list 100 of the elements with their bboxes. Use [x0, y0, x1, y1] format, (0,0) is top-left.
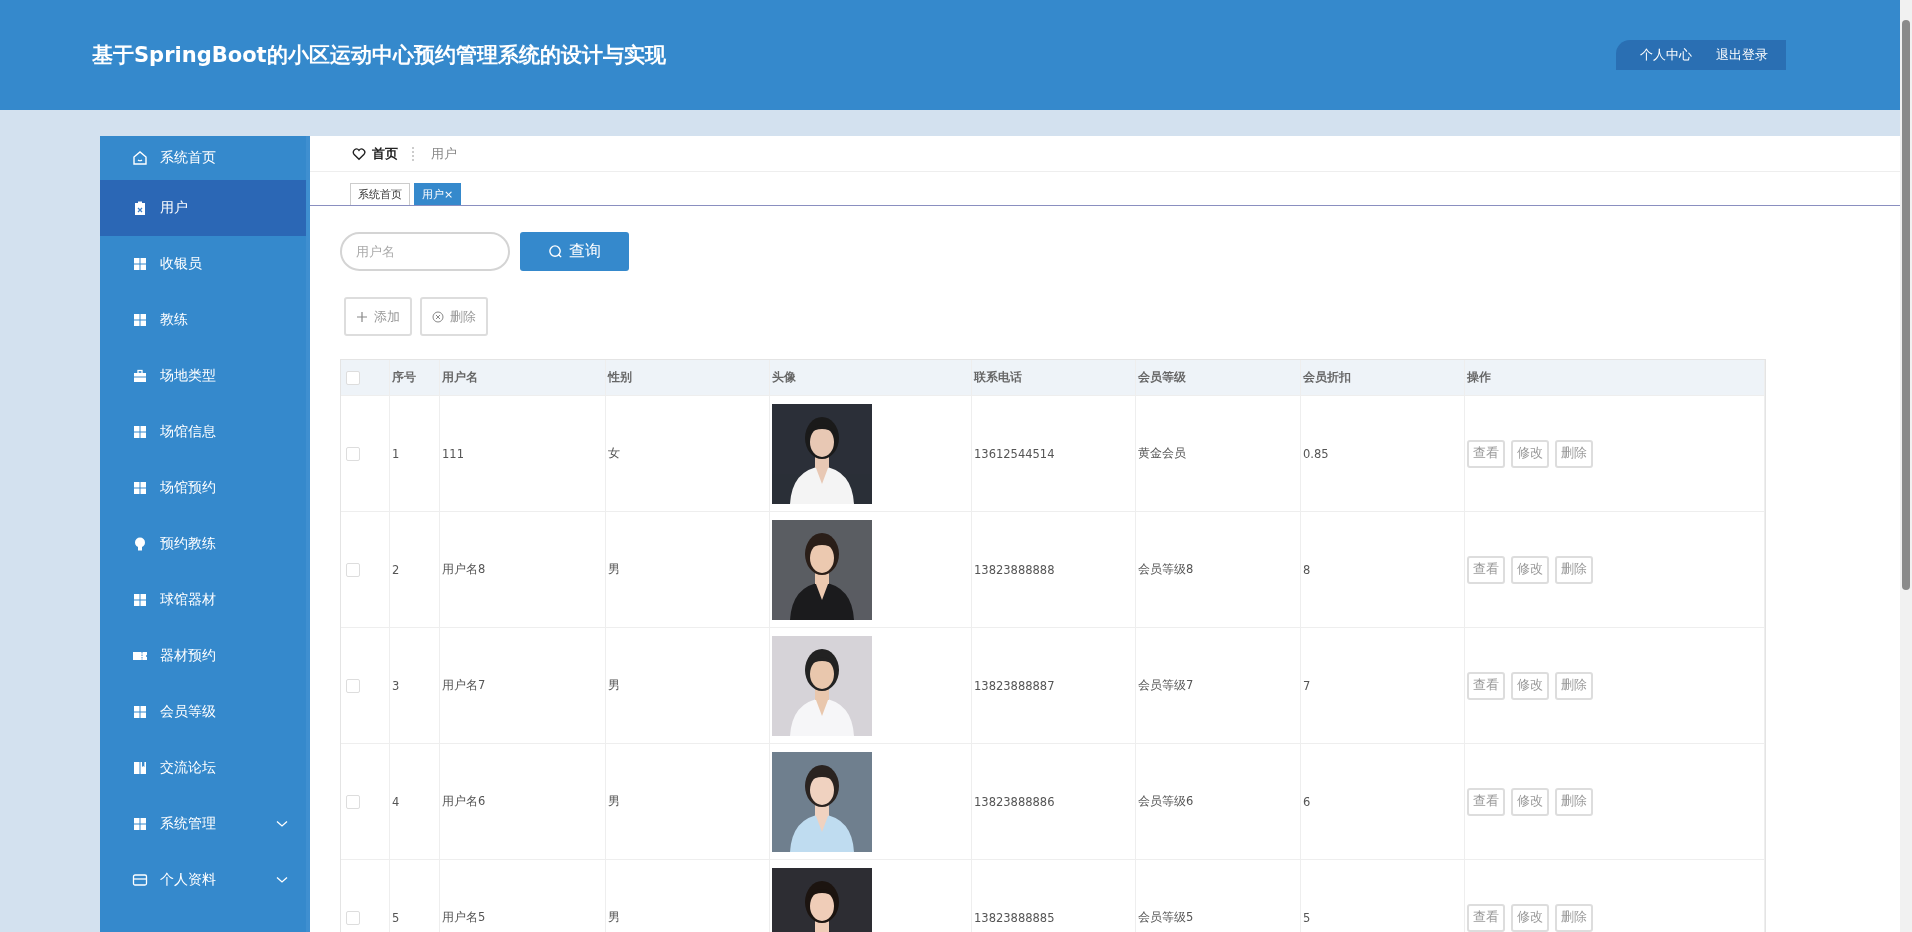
column-header: 会员折扣 — [1303, 370, 1351, 385]
username-search-field[interactable]: 用户名 — [340, 232, 510, 271]
sidebar-item[interactable]: 个人资料 — [100, 852, 306, 908]
table-cell: 用户名8 — [442, 562, 486, 577]
header-link[interactable]: 个人中心 — [1630, 46, 1702, 64]
sidebar-item[interactable]: 场馆预约 — [100, 460, 306, 516]
table-cell: 会员等级7 — [1138, 678, 1194, 693]
sidebar-item[interactable]: 系统管理 — [100, 796, 306, 852]
header-link[interactable]: 退出登录 — [1706, 46, 1778, 64]
grid-icon — [132, 424, 148, 440]
chevron-down-icon — [276, 820, 288, 828]
view-button[interactable]: 查看 — [1467, 439, 1505, 468]
table-cell: 5 — [1303, 910, 1311, 925]
sidebar-item[interactable]: 用户 — [100, 180, 306, 236]
add-button[interactable]: 添加 — [344, 297, 412, 336]
table-cell: 用户名7 — [442, 678, 486, 693]
sidebar-item[interactable]: 球馆器材 — [100, 572, 306, 628]
edit-button[interactable]: 修改 — [1511, 439, 1549, 468]
edit-button[interactable]: 修改 — [1511, 555, 1549, 584]
delete-button[interactable]: 删除 — [1555, 671, 1593, 700]
edit-button[interactable]: 修改 — [1511, 903, 1549, 932]
edit-button[interactable]: 修改 — [1511, 671, 1549, 700]
row-checkbox[interactable] — [346, 794, 360, 809]
row-checkbox[interactable] — [346, 910, 360, 925]
book-icon — [132, 760, 148, 776]
view-button[interactable]: 查看 — [1467, 555, 1505, 584]
column-header: 用户名 — [442, 370, 478, 385]
delete-button[interactable]: 删除 — [1555, 787, 1593, 816]
table-cell: 5 — [392, 910, 400, 925]
table-cell: 用户名5 — [442, 910, 486, 925]
home-icon — [132, 150, 148, 166]
wallet-icon — [132, 872, 148, 888]
view-button[interactable]: 查看 — [1467, 903, 1505, 932]
column-header: 头像 — [772, 370, 796, 385]
table-cell: 8 — [1303, 562, 1311, 577]
table-cell: 男 — [608, 678, 620, 693]
grid-icon — [132, 312, 148, 328]
table-cell: 1 — [392, 446, 400, 461]
table-cell: 用户名6 — [442, 794, 486, 809]
page-tab[interactable]: 系统首页 — [350, 183, 410, 205]
view-button[interactable]: 查看 — [1467, 671, 1505, 700]
view-button[interactable]: 查看 — [1467, 787, 1505, 816]
table-cell: 女 — [608, 446, 620, 461]
select-all-checkbox[interactable] — [346, 370, 360, 385]
delete-button[interactable]: 删除 — [420, 297, 488, 336]
column-header: 序号 — [392, 370, 416, 385]
search-icon — [548, 244, 563, 259]
table-cell: 13823888886 — [974, 794, 1055, 809]
row-checkbox[interactable] — [346, 678, 360, 693]
table-cell: 13612544514 — [974, 446, 1055, 461]
sidebar-item[interactable]: 场馆信息 — [100, 404, 306, 460]
table-cell: 男 — [608, 910, 620, 925]
table-cell: 4 — [392, 794, 400, 809]
table-cell: 男 — [608, 562, 620, 577]
breadcrumb-link[interactable]: 用户 — [431, 144, 457, 163]
table-cell: 男 — [608, 794, 620, 809]
sidebar-item[interactable]: 预约教练 — [100, 516, 306, 572]
table-cell: 111 — [442, 446, 464, 461]
column-header: 会员等级 — [1138, 370, 1186, 385]
delete-button[interactable]: 删除 — [1555, 555, 1593, 584]
sidebar-item[interactable]: 系统首页 — [100, 136, 306, 180]
lightbulb-icon — [132, 536, 148, 552]
grid-icon — [132, 256, 148, 272]
plus-icon — [356, 310, 368, 323]
briefcase-icon — [132, 368, 148, 384]
delete-button[interactable]: 删除 — [1555, 439, 1593, 468]
heart-icon — [352, 146, 366, 161]
scrollbar-thumb[interactable] — [1902, 20, 1910, 590]
row-checkbox[interactable] — [346, 446, 360, 461]
column-header: 操作 — [1467, 370, 1491, 385]
table-cell: 会员等级6 — [1138, 794, 1194, 809]
table-cell: 2 — [392, 562, 400, 577]
table-cell: 会员等级5 — [1138, 910, 1194, 925]
sidebar-item[interactable]: 器材预约 — [100, 628, 306, 684]
table-cell: 13823888885 — [974, 910, 1055, 925]
sidebar-item[interactable]: 收银员 — [100, 236, 306, 292]
breadcrumb-link[interactable]: 首页 — [372, 144, 398, 163]
table-cell: 会员等级8 — [1138, 562, 1194, 577]
grid-icon — [132, 592, 148, 608]
query-button[interactable]: 查询 — [520, 232, 629, 271]
grid-icon — [132, 816, 148, 832]
page-tab[interactable]: 用户× — [414, 183, 462, 205]
chevron-down-icon — [276, 876, 288, 884]
circle-x-icon — [432, 310, 444, 323]
sidebar-item[interactable]: 场地类型 — [100, 348, 306, 404]
table-cell: 6 — [1303, 794, 1311, 809]
table-cell: 黄金会员 — [1138, 446, 1186, 461]
column-header: 联系电话 — [974, 370, 1022, 385]
grid-icon — [132, 480, 148, 496]
table-cell: 3 — [392, 678, 400, 693]
system-title: 基于SpringBoot的小区运动中心预约管理系统的设计与实现 — [92, 42, 666, 69]
table-cell: 13823888887 — [974, 678, 1055, 693]
row-checkbox[interactable] — [346, 562, 360, 577]
grid-icon — [132, 704, 148, 720]
delete-button[interactable]: 删除 — [1555, 903, 1593, 932]
sidebar-item[interactable]: 交流论坛 — [100, 740, 306, 796]
clipboard-icon — [132, 200, 148, 216]
edit-button[interactable]: 修改 — [1511, 787, 1549, 816]
sidebar-item[interactable]: 教练 — [100, 292, 306, 348]
sidebar-item[interactable]: 会员等级 — [100, 684, 306, 740]
